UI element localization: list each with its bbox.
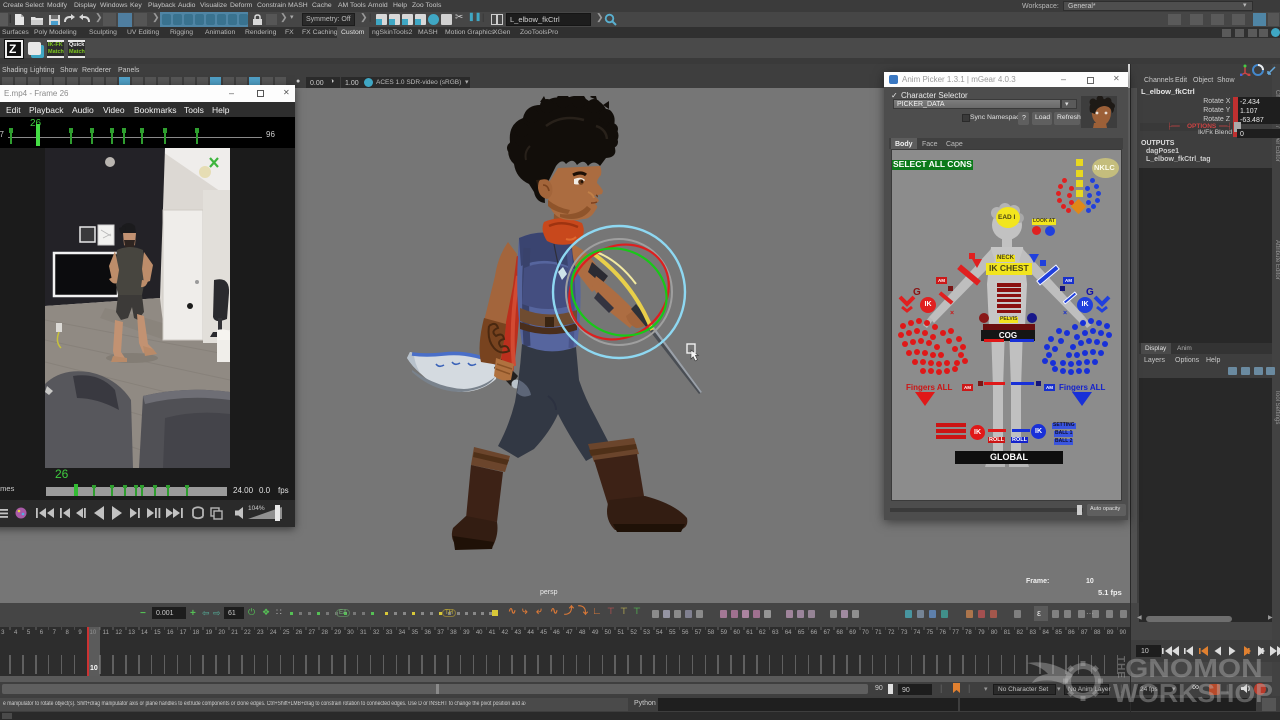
- svg-text:WORKSHOP: WORKSHOP: [1113, 679, 1273, 708]
- svg-text:104%: 104%: [248, 505, 265, 512]
